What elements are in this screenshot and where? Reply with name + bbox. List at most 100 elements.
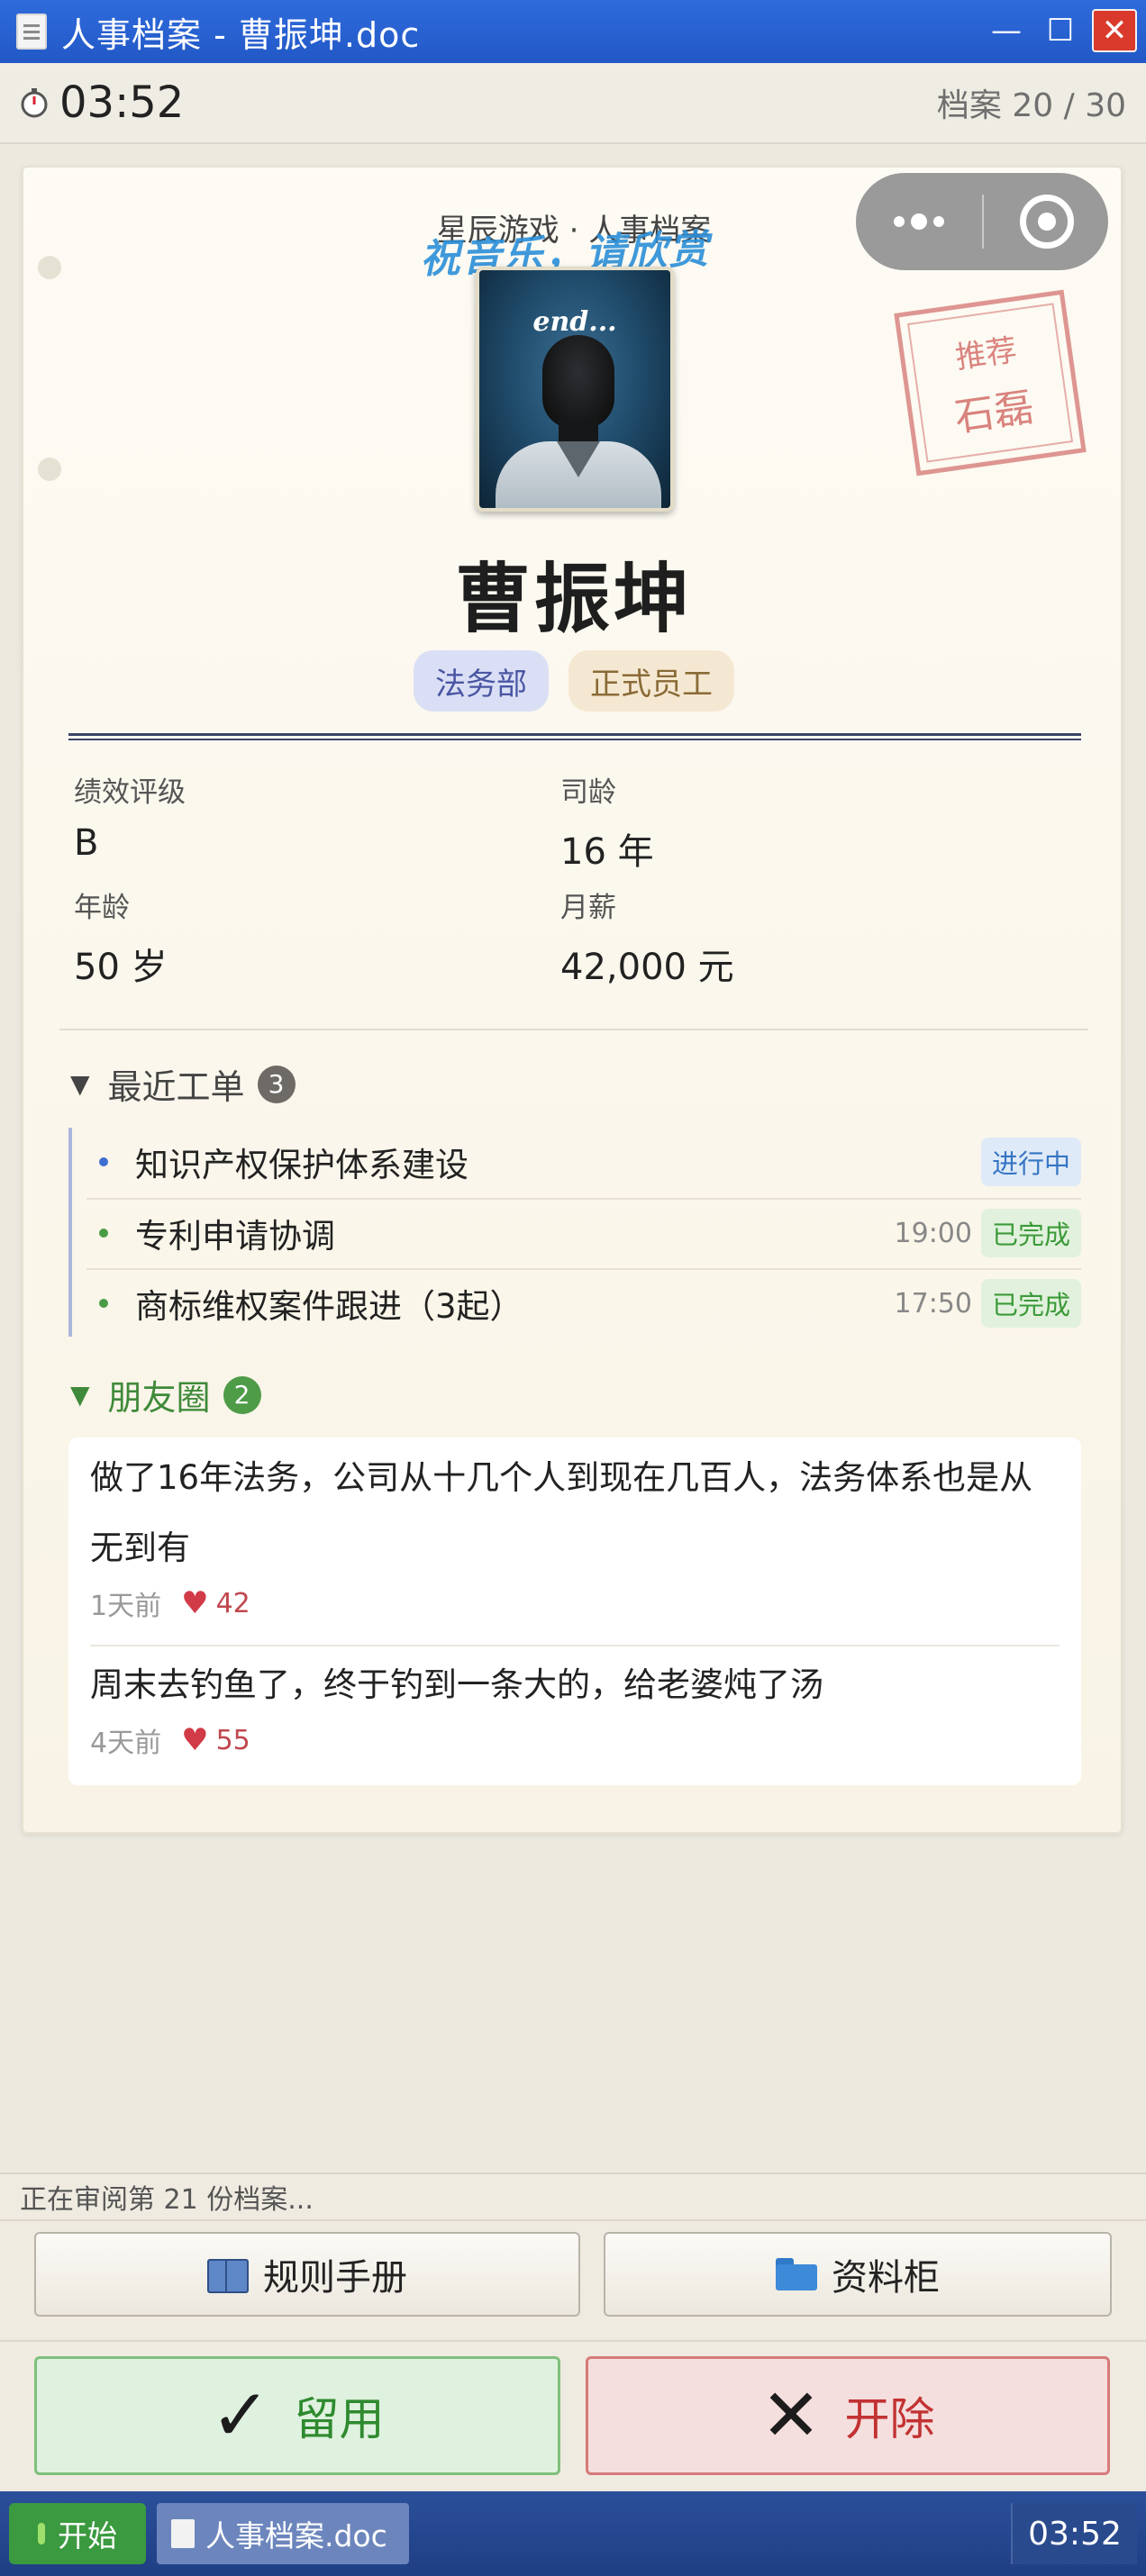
close-button[interactable]: ✕ (1092, 9, 1137, 52)
department-tag: 法务部 (414, 650, 549, 712)
employee-tags: 法务部 正式员工 (23, 650, 1124, 712)
field-age: 年龄 50 岁 (74, 884, 524, 990)
stamp-line1: 推荐 (953, 331, 1019, 376)
fire-button[interactable]: ✕ 开除 (586, 2356, 1110, 2475)
tool-row: 规则手册 资料柜 (0, 2219, 1146, 2338)
window-controls: — ☐ ✕ (984, 9, 1137, 52)
decision-row: ✓ 留用 ✕ 开除 (0, 2340, 1146, 2490)
order-text: 专利申请协调 (135, 1217, 335, 1256)
handbook-button[interactable]: 规则手册 (34, 2232, 580, 2317)
start-label: 开始 (58, 2518, 117, 2553)
window-title: 人事档案 - 曹振坤.doc (61, 14, 421, 55)
document-icon (16, 14, 47, 50)
order-item: 专利申请协调 19:00 已完成 (86, 1198, 1081, 1266)
field-label: 年龄 (74, 892, 130, 924)
personnel-file-card: 星辰游戏 · 人事档案 祝音乐，请欣赏 推荐 石磊 end... 曹振坤 法务部… (22, 166, 1123, 1834)
document-icon (171, 2519, 195, 2548)
order-time: 19:00 (894, 1217, 972, 1249)
recent-orders-list: 知识产权保护体系建设 进行中 专利申请协调 19:00 已完成 商标维权案件跟进… (68, 1128, 1090, 1337)
count-badge: 2 (223, 1375, 261, 1414)
recommendation-stamp: 推荐 石磊 (894, 289, 1087, 476)
section-title: 最近工单 (107, 1067, 245, 1107)
like-count: 55 (215, 1724, 250, 1756)
order-time: 17:50 (894, 1287, 972, 1320)
field-label: 月薪 (560, 892, 616, 924)
keep-button[interactable]: ✓ 留用 (34, 2356, 560, 2475)
minimize-button[interactable]: — (984, 9, 1029, 52)
field-value: 50 岁 (74, 947, 168, 988)
triangle-down-icon: ▼ (70, 1069, 90, 1099)
file-counter: 档案 20 / 30 (936, 87, 1126, 124)
bullet-icon (99, 1229, 108, 1238)
handbook-label: 规则手册 (263, 2257, 407, 2299)
field-value: 42,000 元 (560, 947, 734, 988)
section-title: 朋友圈 (107, 1378, 211, 1418)
heart-icon: ♥ (181, 1585, 209, 1621)
order-item: 知识产权保护体系建设 进行中 (86, 1128, 1081, 1196)
close-target-icon[interactable] (1020, 195, 1074, 249)
order-status-badge: 已完成 (980, 1209, 1081, 1257)
cabinet-button[interactable]: 资料柜 (604, 2232, 1112, 2317)
order-text: 商标维权案件跟进（3起） (135, 1287, 523, 1326)
binder-hole (38, 256, 61, 279)
status-line: 正在审阅第 21 份档案... (0, 2172, 1146, 2219)
info-bar: 03:52 档案 20 / 30 (0, 63, 1146, 144)
book-icon (207, 2259, 249, 2293)
moment-text: 周末去钓鱼了，终于钓到一条大的，给老婆炖了汤 (90, 1665, 823, 1704)
more-icon[interactable] (856, 213, 982, 230)
field-salary: 月薪 42,000 元 (560, 884, 1011, 990)
moments-toggle[interactable]: ▼ 朋友圈 2 (70, 1370, 261, 1420)
order-status-badge: 进行中 (980, 1138, 1081, 1186)
employee-photo: end... (476, 267, 674, 512)
employment-status-tag: 正式员工 (568, 650, 734, 712)
bullet-icon (99, 1299, 108, 1308)
moment-text: 做了16年法务，公司从十几个人到现在几百人，法务体系也是从无到有 (90, 1458, 1033, 1567)
moment-time: 4天前 (90, 1728, 162, 1759)
moment-post: 做了16年法务，公司从十几个人到现在几百人，法务体系也是从无到有 1天前 ♥ 4… (90, 1443, 1060, 1623)
like-count: 42 (215, 1587, 250, 1619)
miniprogram-capsule (856, 173, 1108, 270)
field-label: 司龄 (560, 776, 616, 809)
moment-meta: 1天前 ♥ 42 (90, 1583, 1060, 1623)
moment-meta: 4天前 ♥ 55 (90, 1720, 1060, 1760)
count-badge: 3 (257, 1065, 296, 1103)
field-value: 16 年 (560, 831, 654, 873)
maximize-button[interactable]: ☐ (1038, 9, 1083, 52)
order-status-badge: 已完成 (980, 1279, 1081, 1328)
photo-caption: end... (532, 306, 617, 338)
bullet-icon (99, 1157, 108, 1166)
fire-label: 开除 (844, 2393, 935, 2445)
checkmark-icon: ✓ (210, 2373, 271, 2457)
field-value: B (74, 822, 99, 864)
divider (90, 1645, 1060, 1646)
capsule-divider (982, 195, 984, 249)
keep-label: 留用 (294, 2393, 385, 2445)
employee-name: 曹振坤 (454, 555, 693, 643)
start-icon (38, 2523, 45, 2544)
moment-post: 周末去钓鱼了，终于钓到一条大的，给老婆炖了汤 4天前 ♥ 55 (90, 1650, 1060, 1760)
taskbar-item-label: 人事档案.doc (205, 2518, 387, 2553)
field-tenure: 司龄 16 年 (560, 769, 1011, 875)
stopwatch-icon (21, 88, 48, 118)
order-text: 知识产权保护体系建设 (135, 1146, 468, 1184)
window-titlebar: 人事档案 - 曹振坤.doc — ☐ ✕ (0, 0, 1146, 63)
start-button[interactable]: 开始 (9, 2503, 146, 2564)
cabinet-label: 资料柜 (832, 2257, 940, 2299)
triangle-down-icon: ▼ (70, 1380, 90, 1410)
tray-clock: 03:52 (1011, 2503, 1137, 2564)
binder-hole (38, 458, 61, 481)
divider (59, 1029, 1088, 1030)
timer: 03:52 (59, 77, 185, 128)
heart-icon: ♥ (181, 1722, 209, 1758)
taskbar-item-document[interactable]: 人事档案.doc (157, 2503, 409, 2564)
moments-list: 做了16年法务，公司从十几个人到现在几百人，法务体系也是从无到有 1天前 ♥ 4… (68, 1438, 1081, 1785)
recent-orders-toggle[interactable]: ▼ 最近工单 3 (70, 1059, 296, 1109)
taskbar: 开始 人事档案.doc 03:52 (0, 2491, 1146, 2576)
stamp-line2: 石磊 (951, 384, 1037, 441)
field-label: 绩效评级 (74, 776, 186, 809)
moment-time: 1天前 (90, 1591, 162, 1622)
field-performance: 绩效评级 B (74, 769, 524, 864)
folder-icon (776, 2258, 817, 2290)
order-item: 商标维权案件跟进（3起） 17:50 已完成 (86, 1268, 1081, 1337)
x-icon: ✕ (760, 2373, 822, 2457)
